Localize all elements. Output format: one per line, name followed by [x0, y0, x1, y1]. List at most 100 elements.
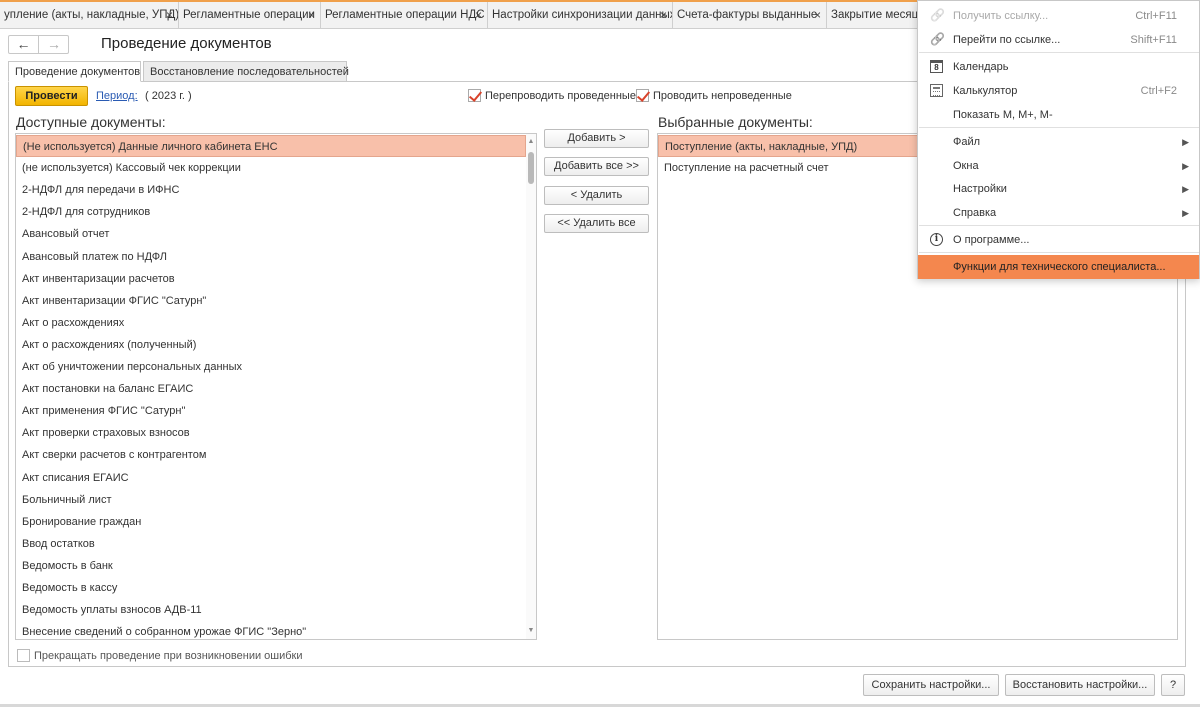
tab-routine-operations[interactable]: Регламентные операции ×	[179, 2, 321, 28]
submenu-arrow-icon: ▶	[1182, 161, 1189, 171]
tab-sync-settings[interactable]: Настройки синхронизации данных ×	[488, 2, 673, 28]
available-item[interactable]: Акт инвентаризации ФГИС "Сатурн"	[16, 290, 526, 312]
available-item[interactable]: Ведомость уплаты взносов АДВ-11	[16, 599, 526, 621]
repost-posted-checkbox[interactable]	[468, 89, 481, 102]
available-item[interactable]: Акт инвентаризации расчетов	[16, 268, 526, 290]
tab-label: Закрытие месяца	[831, 9, 925, 21]
available-item[interactable]: Ведомость в кассу	[16, 577, 526, 599]
tab-label: Регламентные операции	[183, 9, 315, 21]
menu-item[interactable]: Настройки ▶	[918, 177, 1199, 201]
history-nav: ← →	[8, 35, 69, 54]
calendar-icon: 8	[930, 60, 943, 73]
close-icon[interactable]: ×	[308, 2, 315, 28]
checkbox-label: Перепроводить проведенные	[485, 90, 636, 102]
scrollbar-thumb[interactable]	[528, 152, 534, 184]
close-icon[interactable]: ×	[660, 2, 667, 28]
remove-all-button[interactable]: << Удалить все	[544, 214, 649, 233]
menu-item-label: О программе...	[953, 234, 1030, 246]
repost-posted-option[interactable]: Перепроводить проведенные	[468, 88, 636, 104]
stop-on-error-checkbox[interactable]	[17, 649, 30, 662]
info-icon: i	[930, 233, 943, 246]
post-unposted-checkbox[interactable]	[636, 89, 649, 102]
tab-label: Настройки синхронизации данных	[492, 9, 673, 21]
close-icon[interactable]: ×	[166, 2, 173, 28]
selected-documents-heading: Выбранные документы:	[658, 114, 813, 130]
available-item[interactable]: Больничный лист	[16, 489, 526, 511]
menu-item-label: Функции для технического специалиста...	[953, 261, 1166, 273]
add-all-button[interactable]: Добавить все >>	[544, 157, 649, 176]
available-item[interactable]: Внесение сведений о собранном урожае ФГИ…	[16, 621, 526, 639]
menu-item[interactable]: Окна ▶	[918, 154, 1199, 178]
available-item[interactable]: Акт о расхождениях (полученный)	[16, 334, 526, 356]
link-go-icon: 🔗	[930, 32, 945, 46]
available-item[interactable]: Бронирование граждан	[16, 511, 526, 533]
menu-item-label: Получить ссылку...	[953, 10, 1049, 22]
menu-item[interactable]: Показать М, М+, М-	[918, 103, 1199, 127]
forward-arrow-icon[interactable]: →	[39, 36, 69, 53]
tab-routine-operations-vat[interactable]: Регламентные операции НДС ×	[321, 2, 488, 28]
checkbox-label: Прекращать проведение при возникновении …	[34, 650, 303, 662]
available-item[interactable]: Акт применения ФГИС "Сатурн"	[16, 400, 526, 422]
save-settings-button[interactable]: Сохранить настройки...	[863, 674, 999, 696]
period-link[interactable]: Период:	[96, 90, 138, 102]
add-button[interactable]: Добавить >	[544, 129, 649, 148]
available-item[interactable]: (не используется) Кассовый чек коррекции	[16, 157, 526, 179]
post-unposted-option[interactable]: Проводить непроведенные	[636, 88, 792, 104]
available-item[interactable]: Авансовый платеж по НДФЛ	[16, 246, 526, 268]
submenu-arrow-icon: ▶	[1182, 184, 1189, 194]
help-button[interactable]: ?	[1161, 674, 1185, 696]
menu-item[interactable]: Файл ▶	[918, 130, 1199, 154]
menu-separator	[919, 225, 1199, 226]
tab-label: упление (акты, накладные, УПД)	[4, 9, 179, 21]
stop-on-error-option[interactable]: Прекращать проведение при возникновении …	[17, 648, 307, 664]
close-icon[interactable]: ×	[814, 2, 821, 28]
post-button[interactable]: Провести	[15, 86, 88, 106]
tab-label: Регламентные операции НДС	[325, 9, 485, 21]
back-arrow-icon[interactable]: ←	[9, 36, 39, 53]
menu-item-shortcut: Ctrl+F2	[1140, 85, 1177, 97]
menu-item[interactable]: Калькулятор Ctrl+F2	[918, 79, 1199, 103]
menu-item-shortcut: Ctrl+F11	[1135, 10, 1177, 22]
period-value: ( 2023 г. )	[145, 90, 192, 102]
scroll-up-icon[interactable]: ▲	[526, 136, 536, 148]
menu-item[interactable]: Функции для технического специалиста...	[918, 255, 1199, 279]
menu-item-shortcut: Shift+F11	[1130, 34, 1177, 46]
available-documents-heading: Доступные документы:	[16, 114, 166, 130]
menu-item-label: Перейти по ссылке...	[953, 34, 1061, 46]
tab-purchase-acts[interactable]: упление (акты, накладные, УПД) ×	[0, 2, 179, 28]
available-item[interactable]: Акт об уничтожении персональных данных	[16, 356, 526, 378]
checkbox-label: Проводить непроведенные	[653, 90, 792, 102]
available-item[interactable]: Акт проверки страховых взносов	[16, 422, 526, 444]
available-item[interactable]: Авансовый отчет	[16, 223, 526, 245]
tab-sequence-restore[interactable]: Восстановление последовательностей	[143, 61, 349, 82]
remove-button[interactable]: < Удалить	[544, 186, 649, 205]
submenu-arrow-icon: ▶	[1182, 137, 1189, 147]
available-item[interactable]: 2-НДФЛ для сотрудников	[16, 201, 526, 223]
available-item[interactable]: (Не используется) Данные личного кабинет…	[16, 135, 526, 157]
restore-settings-button[interactable]: Восстановить настройки...	[1005, 674, 1155, 696]
menu-item-label: Файл	[953, 136, 981, 148]
available-item[interactable]: Акт сверки расчетов с контрагентом	[16, 444, 526, 466]
available-item[interactable]: Ввод остатков	[16, 533, 526, 555]
submenu-arrow-icon: ▶	[1182, 208, 1189, 218]
close-icon[interactable]: ×	[475, 2, 482, 28]
menu-item[interactable]: 8 Календарь	[918, 55, 1199, 79]
available-item[interactable]: Акт списания ЕГАИС	[16, 467, 526, 489]
tab-document-posting[interactable]: Проведение документов	[8, 61, 141, 82]
scroll-down-icon[interactable]: ▼	[526, 625, 536, 637]
menu-item[interactable]: Справка ▶	[918, 201, 1199, 225]
menu-item-label: Справка	[953, 207, 997, 219]
link-icon: 🔗	[930, 8, 945, 22]
available-documents-list[interactable]: ▲ ▼ (Не используется) Данные личного каб…	[15, 133, 537, 640]
available-item[interactable]: Ведомость в банк	[16, 555, 526, 577]
available-item[interactable]: Акт постановки на баланс ЕГАИС	[16, 378, 526, 400]
menu-item[interactable]: 🔗 Получить ссылку... Ctrl+F11	[918, 4, 1199, 28]
tab-month-closing[interactable]: Закрытие месяца	[827, 2, 927, 28]
available-list-scrollbar[interactable]: ▲ ▼	[526, 134, 536, 639]
menu-item[interactable]: i О программе...	[918, 228, 1199, 252]
available-item[interactable]: 2-НДФЛ для передачи в ИФНС	[16, 179, 526, 201]
menu-item-label: Калькулятор	[953, 85, 1018, 97]
menu-item[interactable]: 🔗 Перейти по ссылке... Shift+F11	[918, 28, 1199, 52]
available-item[interactable]: Акт о расхождениях	[16, 312, 526, 334]
tab-invoices-issued[interactable]: Счета-фактуры выданные ×	[673, 2, 827, 28]
